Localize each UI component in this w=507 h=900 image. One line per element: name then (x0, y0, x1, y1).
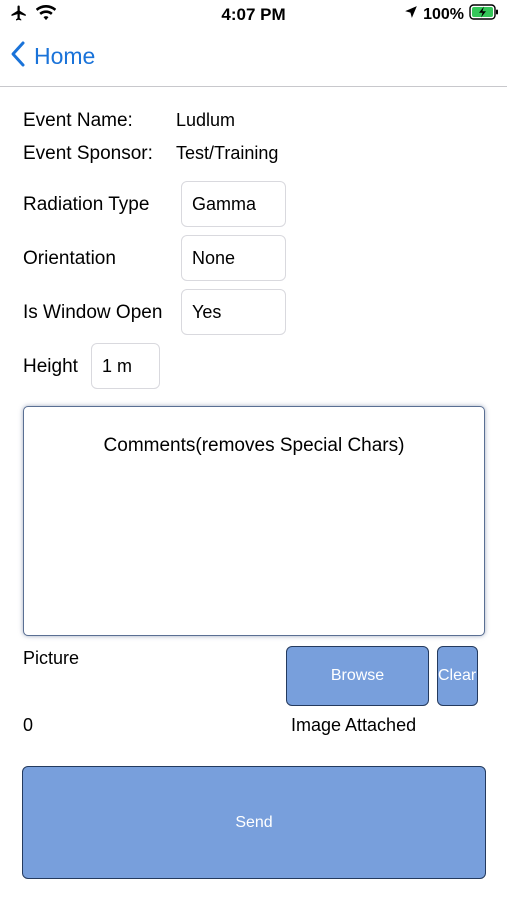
radiation-type-field[interactable]: Gamma (181, 181, 286, 227)
comments-placeholder: Comments(removes Special Chars) (103, 435, 405, 456)
navigation-bar: Home (0, 30, 507, 87)
orientation-label: Orientation (23, 248, 116, 269)
send-button[interactable]: Send (22, 766, 486, 879)
location-arrow-icon (404, 5, 418, 24)
event-sponsor-value: Test/Training (176, 143, 279, 163)
battery-charging-icon (469, 4, 499, 25)
chevron-left-icon (10, 40, 26, 73)
image-attached-status: Image Attached (291, 715, 417, 735)
height-field[interactable]: 1 m (91, 343, 160, 389)
browse-button[interactable]: Browse (286, 646, 429, 706)
orientation-field[interactable]: None (181, 235, 286, 281)
comments-textarea[interactable]: Comments(removes Special Chars) (23, 406, 485, 636)
picture-count: 0 (23, 715, 34, 735)
picture-label: Picture (23, 648, 80, 668)
back-button[interactable]: Home (10, 40, 95, 73)
status-right: 100% (404, 4, 499, 25)
clear-button[interactable]: Clear (437, 646, 478, 706)
window-open-field[interactable]: Yes (181, 289, 286, 335)
battery-percentage: 100% (423, 5, 464, 23)
radiation-type-label: Radiation Type (23, 194, 150, 215)
window-open-label: Is Window Open (23, 302, 163, 323)
height-label: Height (23, 356, 78, 377)
app-screen: 4:07 PM 100% Home Event Name: Ludlum Eve… (0, 0, 507, 900)
status-bar: 4:07 PM 100% (0, 0, 507, 30)
event-name-label: Event Name: (23, 110, 133, 131)
event-name-value: Ludlum (176, 110, 236, 130)
back-button-label: Home (34, 43, 96, 69)
event-sponsor-label: Event Sponsor: (23, 143, 153, 164)
